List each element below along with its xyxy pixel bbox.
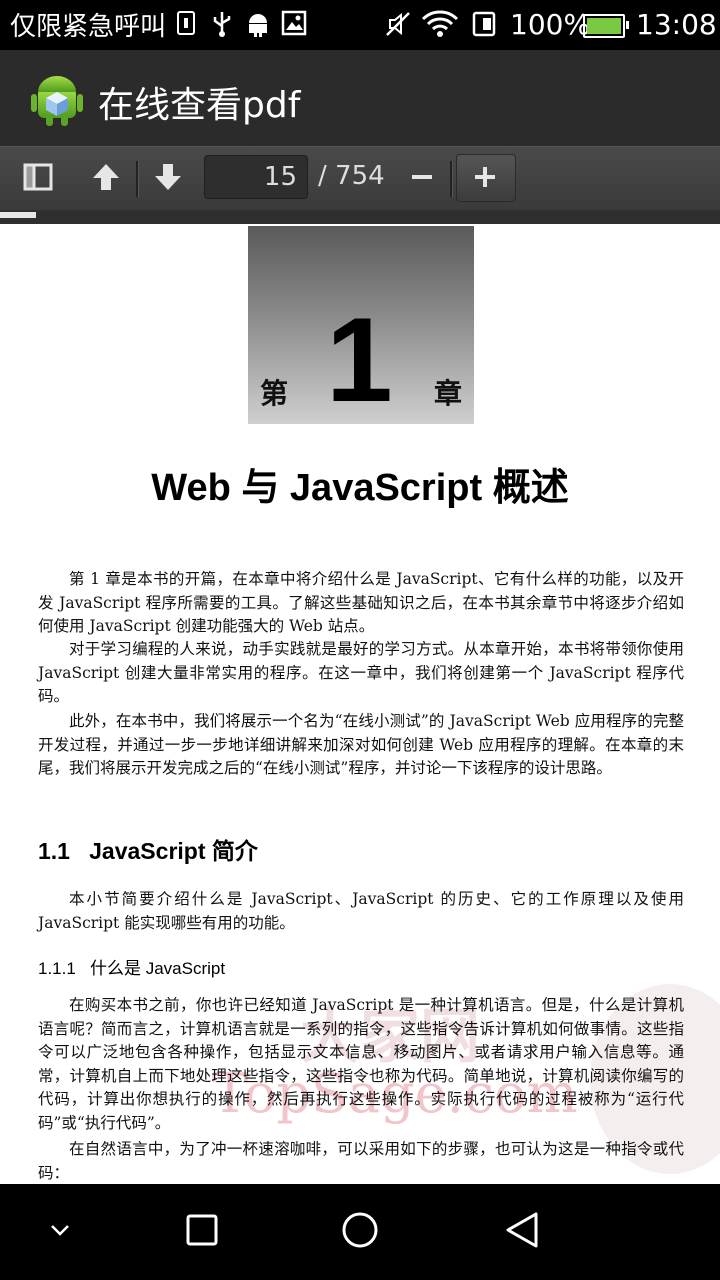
back-button[interactable] <box>498 1208 546 1256</box>
next-page-button[interactable] <box>146 157 190 201</box>
paragraph: 此外，在本书中，我们将展示一个名为“在线小测试”的 JavaScript Web… <box>38 712 684 777</box>
android-debug-icon <box>244 10 272 38</box>
chapter-label-right: 章 <box>433 377 462 410</box>
toolbar-separator <box>450 161 453 197</box>
zoom-in-icon <box>473 165 497 193</box>
hide-keyboard-button[interactable] <box>36 1208 84 1256</box>
chapter-number: 1 <box>326 293 393 427</box>
data-icon <box>470 10 498 38</box>
paragraph: 在购买本书之前，你也许已经知道 JavaScript 是一种计算机语言。但是，什… <box>38 996 684 1132</box>
battery-icon <box>583 14 629 38</box>
app-bar: 在线查看pdf <box>0 50 720 146</box>
zoom-in-button[interactable] <box>456 154 516 202</box>
app-title: 在线查看pdf <box>98 85 301 126</box>
sidebar-toggle-button[interactable] <box>16 157 60 201</box>
home-icon <box>340 1210 380 1254</box>
chapter-label-left: 第 <box>260 377 289 410</box>
paragraph: 在自然语言中，为了冲一杯速溶咖啡，可以采用如下的步骤，也可认为这是一种指令或代码… <box>38 1140 684 1182</box>
sidebar-toggle-icon <box>23 163 53 195</box>
reading-progress-bar <box>0 210 720 224</box>
wifi-icon <box>420 10 460 38</box>
recents-button[interactable] <box>178 1208 226 1256</box>
page-total: / 754 <box>318 161 385 191</box>
home-button[interactable] <box>336 1208 384 1256</box>
page-number-input[interactable]: 15 <box>204 155 308 199</box>
usb-icon <box>208 10 236 38</box>
reading-progress-fill <box>0 212 36 218</box>
paragraph: 本小节简要介绍什么是 JavaScript、JavaScript 的历史、它的工… <box>38 890 684 932</box>
chapter-title: Web 与 JavaScript 概述 <box>151 467 569 509</box>
mute-icon <box>384 10 412 38</box>
image-icon <box>280 10 308 38</box>
battery-percent: 100% <box>510 8 591 41</box>
carrier-text: 仅限紧急呼叫 <box>10 12 167 42</box>
toolbar-separator <box>136 161 139 197</box>
back-icon <box>504 1211 540 1253</box>
recents-icon <box>185 1213 219 1251</box>
zoom-out-icon <box>410 165 434 193</box>
clock: 13:08 <box>636 8 717 41</box>
pdf-page[interactable]: 第 1 章 Web 与 JavaScript 概述 第 1 章是本书的开篇，在本… <box>0 224 720 1184</box>
zoom-out-button[interactable] <box>400 157 444 201</box>
android-cube-icon <box>28 70 86 128</box>
paragraph: 第 1 章是本书的开篇，在本章中将介绍什么是 JavaScript、它有什么样的… <box>38 570 684 635</box>
hide-keyboard-icon <box>48 1222 72 1242</box>
navigation-bar <box>0 1184 720 1280</box>
page-down-icon <box>153 162 183 196</box>
section-heading: 1.1 JavaScript 简介 <box>38 838 258 864</box>
chapter-banner: 第 1 章 <box>248 226 474 424</box>
status-bar: 仅限紧急呼叫 100% 13:08 <box>0 0 720 50</box>
paragraph: 对于学习编程的人来说，动手实践就是最好的学习方式。从本章开始，本书将带领你使用 … <box>38 640 684 705</box>
pdf-toolbar: 15 / 754 <box>0 146 720 211</box>
subsection-heading: 1.1.1 什么是 JavaScript <box>38 959 226 978</box>
previous-page-button[interactable] <box>84 157 128 201</box>
sim-icon <box>172 10 200 38</box>
page-up-icon <box>91 162 121 196</box>
